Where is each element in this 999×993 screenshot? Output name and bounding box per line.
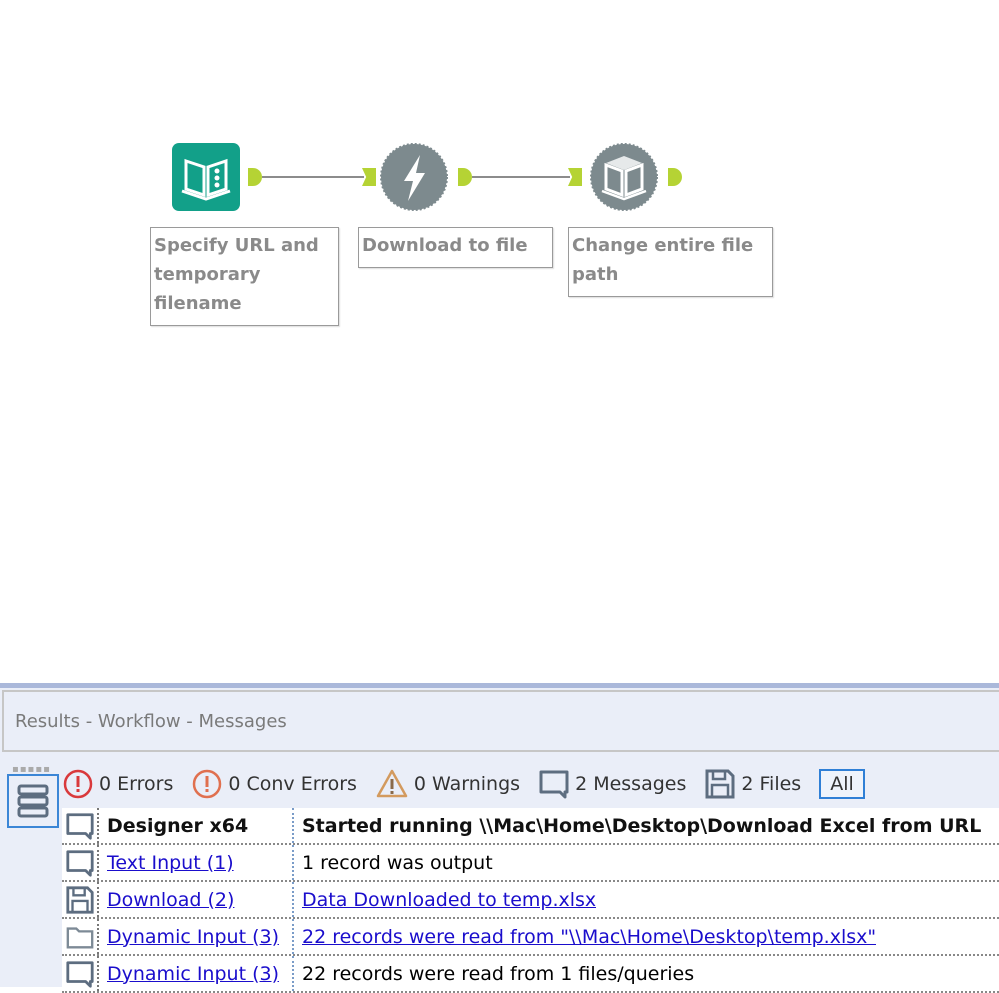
tool-name: Designer x64: [107, 814, 249, 837]
list-view-icon: [17, 784, 49, 818]
node-annotation: Specify URL and temporary filename: [150, 227, 339, 326]
message-text: 22 records were read from 1 files/querie…: [302, 962, 695, 985]
message-link[interactable]: Data Downloaded to temp.xlsx: [302, 889, 596, 911]
message-cell: 1 record was output: [294, 852, 493, 874]
errors-label: 0 Errors: [99, 773, 174, 795]
workflow-canvas[interactable]: Specify URL and temporary filename Downl…: [0, 0, 999, 684]
filter-warnings[interactable]: 0 Warnings: [375, 768, 520, 800]
message-icon: [62, 845, 99, 880]
results-header: Results - Workflow - Messages: [2, 690, 999, 752]
text-input-book-icon: [181, 158, 231, 201]
table-row[interactable]: Text Input (1) 1 record was output: [62, 845, 999, 882]
tool-cell: Text Input (1): [99, 845, 294, 880]
text-input-tool[interactable]: [172, 143, 240, 211]
table-row[interactable]: Designer x64 Started running \\Mac\Home\D…: [62, 808, 999, 845]
tool-link[interactable]: Dynamic Input (3): [107, 926, 279, 948]
node-annotation: Change entire file path: [568, 227, 773, 297]
filter-errors[interactable]: 0 Errors: [62, 768, 173, 800]
tool-link[interactable]: Dynamic Input (3): [107, 963, 279, 985]
download-lightning-icon: [380, 143, 448, 211]
message-icon: [62, 808, 99, 843]
message-text: 1 record was output: [302, 851, 493, 874]
input-anchor[interactable]: [362, 168, 376, 186]
dynamic-input-tool[interactable]: [590, 143, 658, 211]
view-toggle-button[interactable]: [7, 774, 59, 828]
tool-cell: Dynamic Input (3): [99, 919, 294, 954]
tool-link[interactable]: Text Input (1): [107, 852, 234, 874]
filter-conv-errors[interactable]: 0 Conv Errors: [191, 768, 357, 800]
message-link[interactable]: 22 records were read from "\\Mac\Home\De…: [302, 926, 876, 948]
warning-icon: [376, 769, 408, 798]
file-save-icon: [62, 882, 99, 917]
filter-messages[interactable]: 2 Messages: [538, 768, 686, 800]
tool-link[interactable]: Download (2): [107, 889, 234, 911]
message-cell: 22 records were read from "\\Mac\Home\De…: [294, 926, 876, 948]
dynamic-input-book-icon: [590, 143, 658, 211]
conv-error-icon: [193, 769, 222, 799]
tool-cell: Designer x64: [99, 808, 294, 843]
message-cell: Data Downloaded to temp.xlsx: [294, 889, 596, 911]
results-panel: Results - Workflow - Messages ▪▪▪▪▪ 0 Er…: [0, 688, 999, 993]
file-save-icon: [705, 769, 735, 799]
table-row[interactable]: Dynamic Input (3) 22 records were read fr…: [62, 956, 999, 993]
files-label: 2 Files: [741, 773, 802, 795]
connection-line: [472, 176, 570, 178]
conv-errors-label: 0 Conv Errors: [228, 773, 357, 795]
node-annotation: Download to file: [358, 227, 553, 268]
table-row[interactable]: Dynamic Input (3) 22 records were read fr…: [62, 919, 999, 956]
output-anchor[interactable]: [668, 168, 682, 186]
input-anchor[interactable]: [568, 168, 582, 186]
error-icon: [63, 769, 93, 799]
output-anchor[interactable]: [458, 168, 472, 186]
messages-table: Designer x64 Started running \\Mac\Home\D…: [62, 808, 999, 993]
table-row[interactable]: Download (2) Data Downloaded to temp.xlsx: [62, 882, 999, 919]
folder-icon: [62, 919, 99, 954]
message-text: Started running \\Mac\Home\Desktop\Downl…: [302, 814, 982, 837]
message-icon: [539, 770, 569, 799]
message-cell: Started running \\Mac\Home\Desktop\Downl…: [294, 815, 981, 837]
message-cell: 22 records were read from 1 files/querie…: [294, 963, 694, 985]
message-icon: [62, 956, 99, 991]
messages-label: 2 Messages: [575, 773, 687, 795]
tool-cell: Download (2): [99, 882, 294, 917]
output-anchor[interactable]: [248, 168, 262, 186]
filter-all-button[interactable]: All: [819, 769, 865, 799]
connection-line: [262, 176, 364, 178]
filter-files[interactable]: 2 Files: [704, 768, 801, 800]
download-tool[interactable]: [380, 143, 448, 211]
filter-toolbar: 0 Errors 0 Conv Errors 0 Warnings 2 Mess…: [62, 762, 865, 806]
warnings-label: 0 Warnings: [413, 773, 521, 795]
tool-cell: Dynamic Input (3): [99, 956, 294, 991]
